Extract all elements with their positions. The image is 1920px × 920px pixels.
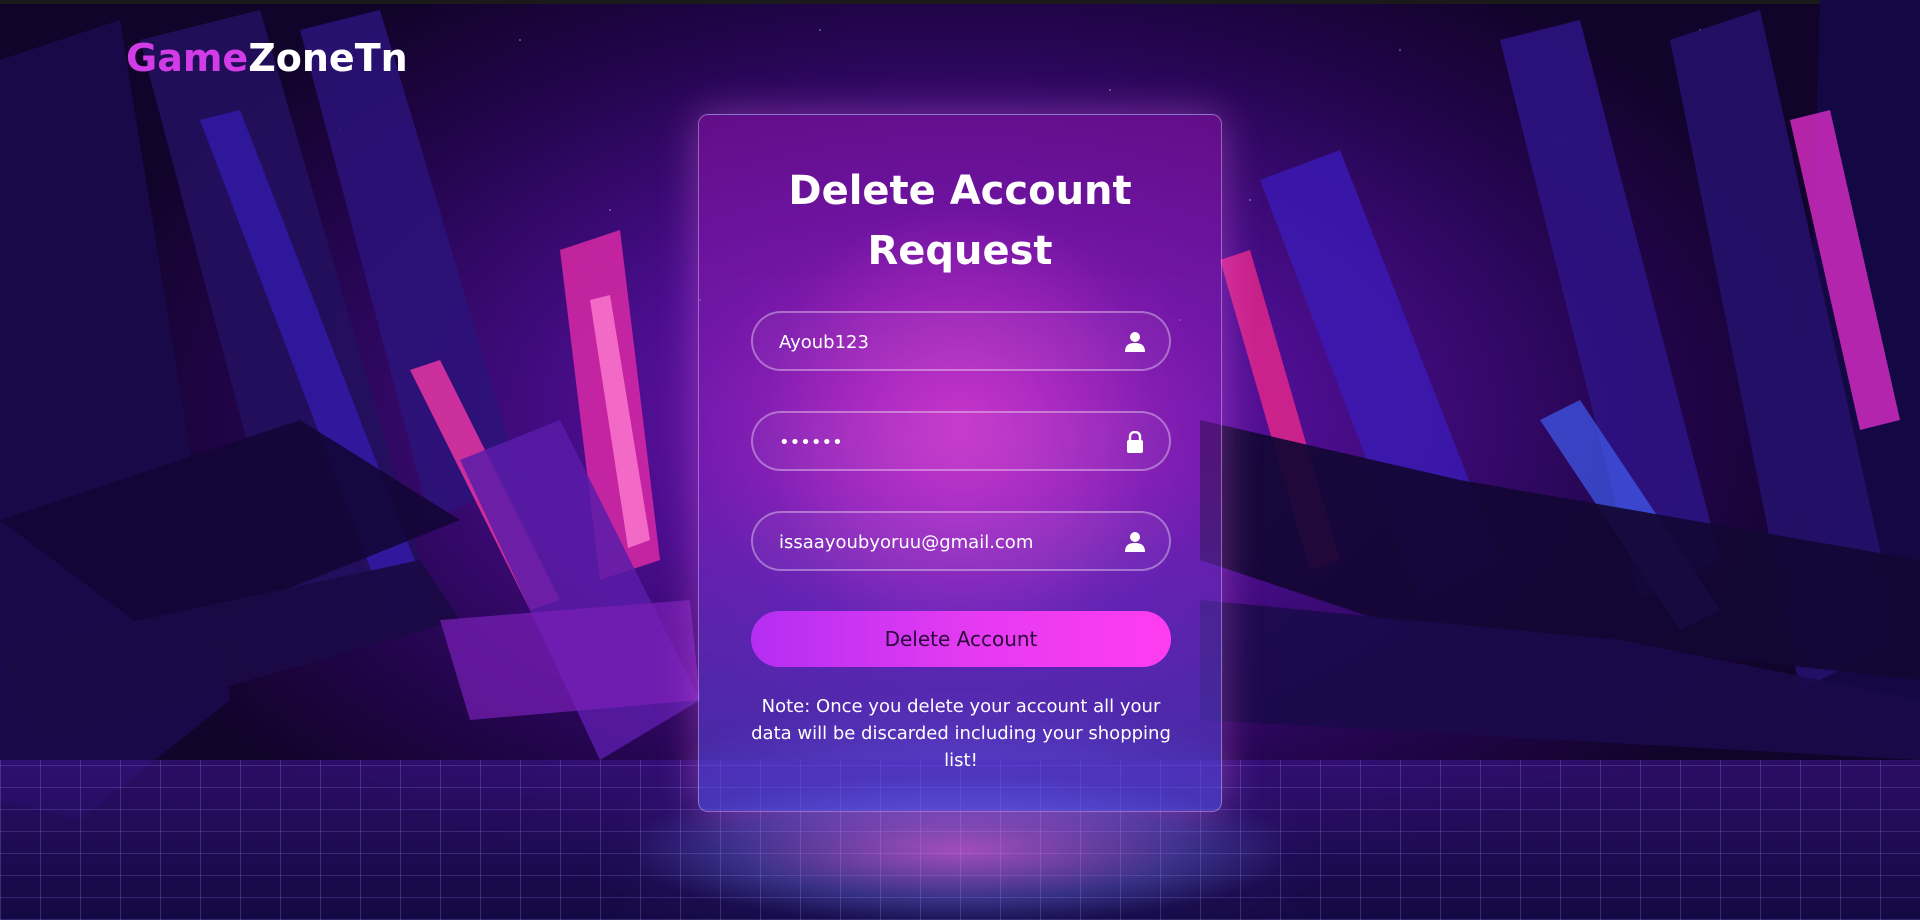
delete-account-card: Delete Account Request Delete Acco [698, 114, 1222, 812]
username-input[interactable] [777, 313, 1111, 371]
brand-logo[interactable]: GameZoneTn [126, 36, 408, 80]
deletion-note: Note: Once you delete your account all y… [751, 696, 1171, 771]
password-input[interactable] [777, 413, 1111, 471]
email-field [751, 511, 1171, 571]
username-field [751, 311, 1171, 371]
form-title-line2: Request [867, 228, 1053, 274]
user-icon [1125, 532, 1145, 552]
lock-icon [1127, 431, 1143, 453]
email-input[interactable] [777, 513, 1111, 571]
user-icon [1125, 332, 1145, 352]
brand-logo-part1: Game [126, 36, 249, 80]
form-title: Delete Account Request [699, 161, 1221, 281]
password-field [751, 411, 1171, 471]
page-background: GameZoneTn Delete Account Request Ayoub1… [0, 0, 1920, 920]
delete-account-button[interactable]: Delete Account [751, 611, 1171, 667]
form-title-line1: Delete Account [788, 168, 1132, 214]
brand-logo-part2: ZoneTn [248, 36, 408, 80]
